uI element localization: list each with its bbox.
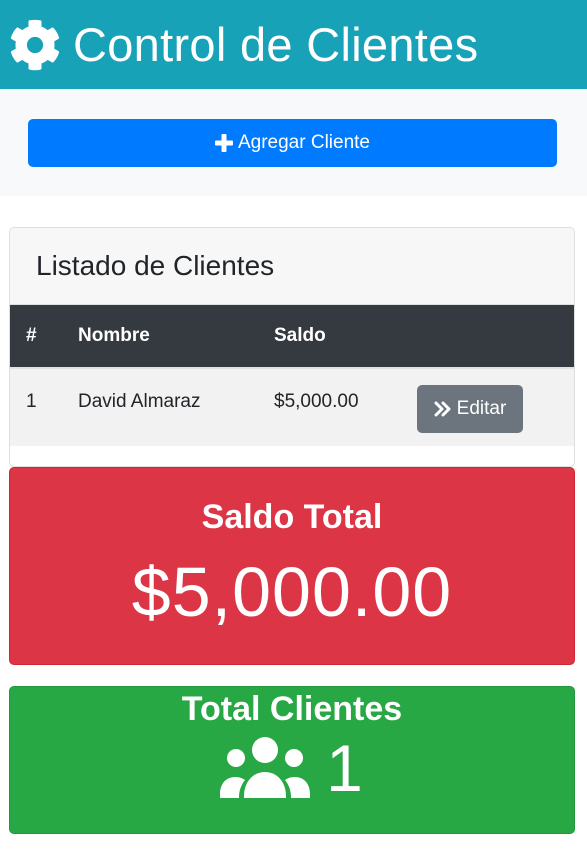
- total-balance-value: $5,000.00: [131, 553, 453, 631]
- app-header: Control de Clientes: [0, 0, 587, 89]
- page-title: Control de Clientes: [73, 18, 479, 71]
- table-header-row: # Nombre Saldo: [10, 305, 574, 368]
- clients-card-header: Listado de Clientes: [10, 228, 574, 305]
- edit-client-label: Editar: [456, 398, 507, 419]
- edit-client-button[interactable]: Editar: [417, 385, 523, 433]
- gear-icon: [10, 19, 60, 70]
- cell-actions: Editar: [417, 368, 574, 446]
- total-clients-title: Total Clientes: [181, 690, 403, 728]
- clients-card-title: Listado de Clientes: [36, 250, 275, 281]
- cell-balance: $5,000.00: [274, 391, 359, 412]
- add-client-label: Agregar Cliente: [237, 132, 371, 153]
- total-balance-card: Saldo Total $5,000.00: [9, 467, 575, 665]
- column-header-balance: Saldo: [274, 325, 326, 346]
- clients-table: # Nombre Saldo 1 David Almaraz $5,000.00…: [10, 305, 574, 446]
- cell-index: 1: [26, 391, 37, 412]
- total-balance-title: Saldo Total: [201, 498, 383, 536]
- plus-icon: [214, 134, 233, 152]
- double-chevron-right-icon: [434, 401, 452, 417]
- users-icon: [220, 737, 311, 798]
- clients-card: Listado de Clientes # Nombre Saldo 1 Dav…: [9, 227, 575, 467]
- total-clients-value: 1: [326, 731, 364, 805]
- actions-bar: Agregar Cliente: [0, 89, 587, 196]
- table-row: 1 David Almaraz $5,000.00 Editar: [10, 368, 574, 446]
- column-header-index: #: [26, 325, 37, 346]
- column-header-name: Nombre: [78, 325, 150, 346]
- total-clients-card: Total Clientes 1: [9, 686, 575, 834]
- add-client-button[interactable]: Agregar Cliente: [28, 119, 557, 167]
- column-header-actions: [417, 305, 574, 368]
- total-clients-row: 1: [10, 735, 574, 801]
- cell-name: David Almaraz: [78, 391, 201, 412]
